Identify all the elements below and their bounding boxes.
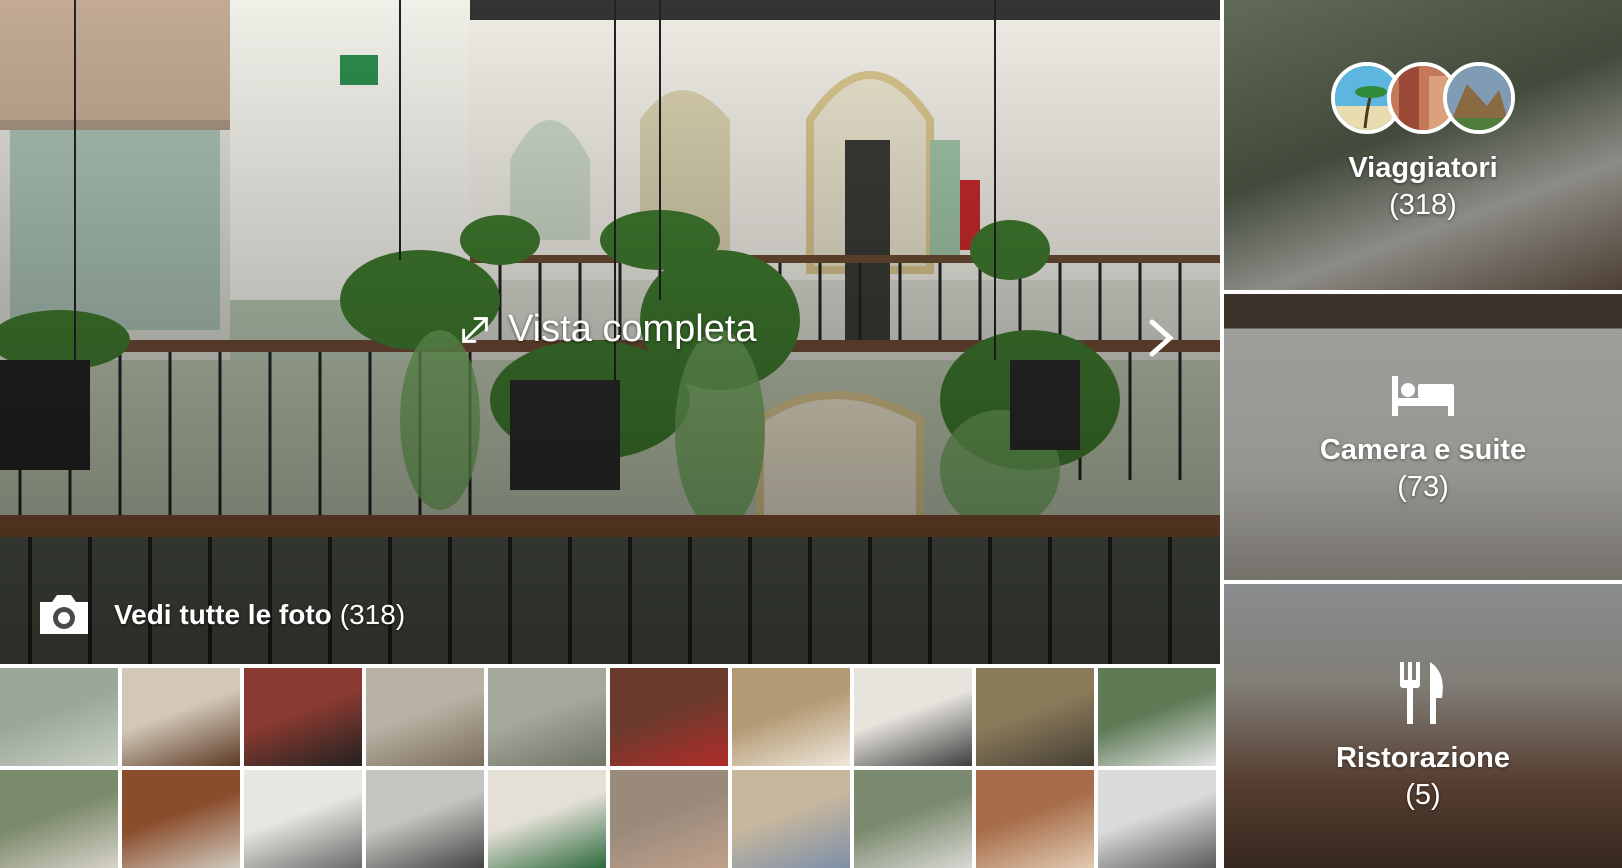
thumbnail-bathroom-green-door[interactable]: [488, 770, 606, 868]
thumbnail-room-green-window[interactable]: [976, 668, 1094, 766]
full-view-label: Vista completa: [508, 308, 757, 350]
thumbnail-railing-balcony[interactable]: [366, 770, 484, 868]
hero-photo[interactable]: Vista completa Vedi tutte le foto (318): [0, 0, 1220, 664]
category-tile-dining[interactable]: Ristorazione (5): [1224, 584, 1622, 868]
category-tile-travelers[interactable]: Viaggiatori (318): [1224, 0, 1622, 290]
category-count: (5): [1405, 779, 1441, 811]
see-all-photos-button[interactable]: Vedi tutte le foto (318): [36, 592, 405, 638]
bed-icon: [1392, 376, 1454, 416]
thumbnail-cockroaches-wall[interactable]: [122, 668, 240, 766]
thumbnail-room-double-bed[interactable]: [732, 770, 850, 868]
thumbnail-wooden-doors[interactable]: [122, 770, 240, 868]
thumbnail-breakfast-table[interactable]: [976, 770, 1094, 868]
category-title: Viaggiatori: [1348, 152, 1498, 184]
thumbnail-street-balconies[interactable]: [366, 668, 484, 766]
see-all-photos-count: (318): [339, 599, 406, 630]
category-count: (73): [1397, 471, 1449, 503]
avatar: [1443, 62, 1515, 134]
thumbnail-dining-group[interactable]: [610, 770, 728, 868]
full-view-button[interactable]: Vista completa: [456, 308, 757, 351]
thumbnail-checkered-floor-bar[interactable]: [244, 668, 362, 766]
chevron-right-icon[interactable]: [1146, 318, 1176, 358]
expand-arrows-icon: [462, 316, 488, 343]
category-count: (318): [1389, 189, 1457, 221]
category-title: Ristorazione: [1335, 742, 1511, 774]
thumbnail-vertical-balconies[interactable]: [854, 770, 972, 868]
thumbnail-strip: [0, 668, 1220, 868]
category-tile-rooms[interactable]: Camera e suite (73): [1224, 294, 1622, 580]
thumbnail-shower-fixture[interactable]: [1098, 770, 1216, 868]
thumbnail-courtyard-balconies[interactable]: [0, 668, 118, 766]
category-title: Camera e suite: [1319, 434, 1527, 466]
see-all-photos-label: Vedi tutte le foto: [114, 599, 332, 630]
thumbnail-lobby-plants[interactable]: [0, 770, 118, 868]
thumbnail-white-room-bed[interactable]: [244, 770, 362, 868]
traveler-avatars: [1224, 62, 1622, 134]
thumbnail-atrium-balconies[interactable]: [488, 668, 606, 766]
thumbnail-restaurant-red-chairs[interactable]: [610, 668, 728, 766]
fork-knife-icon: [1400, 662, 1443, 724]
thumbnail-tiled-patio-plants[interactable]: [1098, 668, 1216, 766]
thumbnail-courtyard-white-walls[interactable]: [854, 668, 972, 766]
thumbnail-room-twin-beds-1[interactable]: [732, 668, 850, 766]
camera-icon: [40, 595, 88, 634]
